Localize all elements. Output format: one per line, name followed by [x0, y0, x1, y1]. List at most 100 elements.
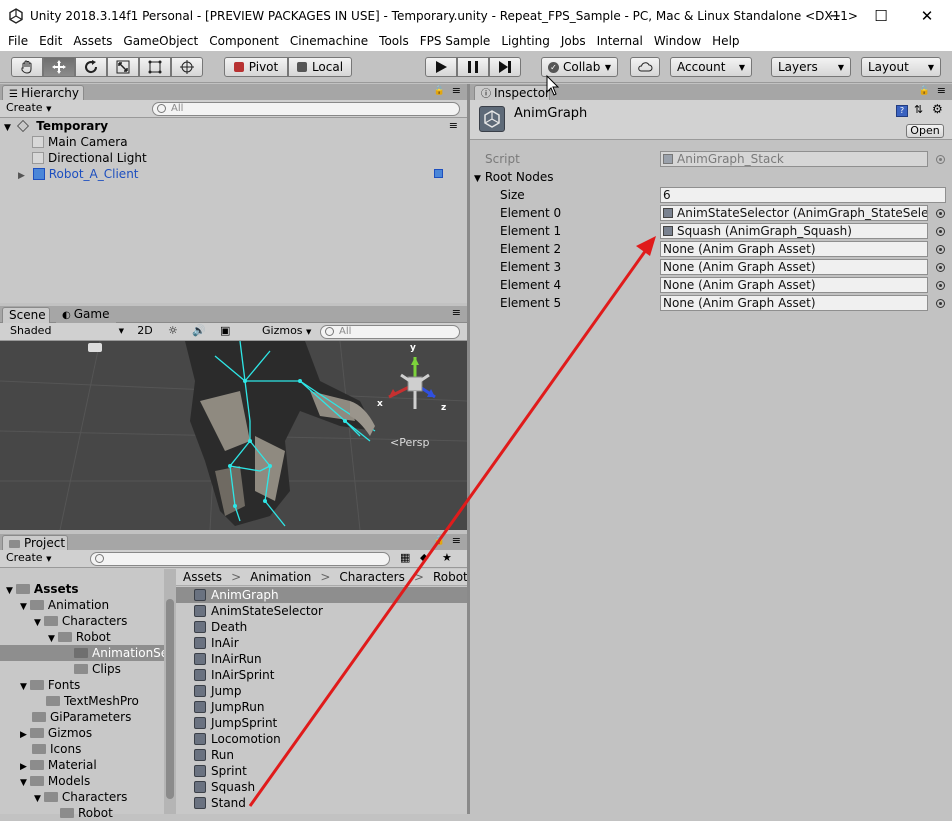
axis-gizmo[interactable]: y x z	[377, 343, 447, 415]
menu-fps-sample[interactable]: FPS Sample	[416, 34, 495, 48]
scale-tool-icon[interactable]	[107, 57, 139, 77]
help-icon[interactable]: ?	[896, 105, 908, 117]
folder-tree-scrollbar[interactable]	[164, 569, 176, 814]
step-icon[interactable]	[489, 57, 521, 77]
expand-arrow-icon[interactable]: ▶	[18, 171, 25, 181]
transform-tool-icon[interactable]	[171, 57, 203, 77]
pivot-button[interactable]: Pivot	[224, 57, 288, 77]
menu-edit[interactable]: Edit	[35, 34, 66, 48]
file-item[interactable]: Death	[194, 619, 247, 635]
tree-folder-textmeshpro[interactable]: TextMeshPro	[46, 693, 139, 709]
close-button[interactable]: ✕	[904, 0, 950, 31]
tab-project[interactable]: Project	[2, 535, 68, 551]
hierarchy-item-robot-a-client[interactable]: ▶ Robot_A_Client	[18, 166, 458, 182]
expand-arrow-icon[interactable]: ▼	[20, 602, 27, 612]
object-picker-icon[interactable]	[936, 263, 945, 272]
tab-scene[interactable]: Scene	[2, 307, 50, 323]
file-item[interactable]: AnimStateSelector	[194, 603, 323, 619]
element-3-field[interactable]: None (Anim Graph Asset)	[660, 259, 928, 275]
filter-label-icon[interactable]: ◆	[420, 551, 428, 566]
favorites-icon[interactable]: ★	[442, 551, 452, 566]
tree-folder-robot[interactable]: ▼ Robot	[48, 629, 111, 645]
pause-icon[interactable]	[457, 57, 489, 77]
panel-menu-icon[interactable]: ≡	[452, 84, 461, 97]
hierarchy-item-main-camera[interactable]: Main Camera	[32, 134, 128, 150]
file-item[interactable]: InAir	[194, 635, 239, 651]
breadcrumb-item[interactable]: Assets	[183, 570, 222, 584]
hierarchy-item-directional-light[interactable]: Directional Light	[32, 150, 147, 166]
element-0-field[interactable]: AnimStateSelector (AnimGraph_StateSelect	[660, 205, 928, 221]
file-item-animgraph[interactable]: AnimGraph	[176, 587, 467, 603]
local-button[interactable]: Local	[288, 57, 352, 77]
tab-hierarchy[interactable]: ☰ Hierarchy	[2, 85, 84, 101]
object-picker-icon[interactable]	[936, 227, 945, 236]
expand-arrow-icon[interactable]: ▼	[34, 618, 41, 628]
breadcrumb-item[interactable]: Characters	[339, 570, 405, 584]
breadcrumb-item[interactable]: Robot	[433, 570, 467, 584]
expand-arrow-icon[interactable]: ▼	[20, 778, 27, 788]
project-create-button[interactable]: Create ▼	[6, 551, 51, 566]
file-item[interactable]: InAirSprint	[194, 667, 274, 683]
file-item[interactable]: Run	[194, 747, 234, 763]
account-dropdown[interactable]: Account ▼	[670, 57, 752, 77]
open-button[interactable]: Open	[906, 124, 944, 138]
scene-root[interactable]: ▼ Temporary ≡	[4, 118, 464, 134]
tree-folder-models-characters[interactable]: ▼ Characters	[34, 789, 127, 805]
effects-toggle-icon[interactable]: ▣	[220, 324, 230, 339]
tree-folder-material[interactable]: ▶ Material	[20, 757, 97, 773]
hierarchy-search-input[interactable]: All	[152, 102, 460, 116]
expand-arrow-icon[interactable]: ▶	[20, 730, 27, 740]
expand-arrow-icon[interactable]: ▼	[4, 123, 11, 133]
rotate-tool-icon[interactable]	[75, 57, 107, 77]
2d-toggle-button[interactable]: 2D	[134, 324, 156, 339]
menu-window[interactable]: Window	[650, 34, 705, 48]
element-4-field[interactable]: None (Anim Graph Asset)	[660, 277, 928, 293]
settings-gear-icon[interactable]: ⚙	[932, 102, 943, 116]
tree-folder-fonts[interactable]: ▼ Fonts	[20, 677, 80, 693]
file-item[interactable]: Stand	[194, 795, 246, 811]
move-tool-icon[interactable]	[43, 57, 75, 77]
project-search-input[interactable]	[90, 552, 390, 566]
object-picker-icon[interactable]	[936, 245, 945, 254]
scrollbar-thumb[interactable]	[166, 599, 174, 799]
panel-menu-icon[interactable]: ≡	[937, 84, 946, 97]
filter-type-icon[interactable]: ▦	[400, 551, 410, 566]
layout-dropdown[interactable]: Layout ▼	[861, 57, 941, 77]
breadcrumb-item[interactable]: Animation	[250, 570, 311, 584]
play-icon[interactable]	[425, 57, 457, 77]
tab-game[interactable]: ◐ Game	[56, 307, 116, 323]
object-picker-icon[interactable]	[936, 209, 945, 218]
menu-file[interactable]: File	[4, 34, 32, 48]
tree-folder-models[interactable]: ▼ Models	[20, 773, 90, 789]
scene-menu-icon[interactable]: ≡	[449, 118, 458, 134]
panel-menu-icon[interactable]: ≡	[452, 534, 461, 547]
tree-folder-assets[interactable]: ▼ Assets	[6, 581, 79, 597]
rect-tool-icon[interactable]	[139, 57, 171, 77]
tree-folder-clips[interactable]: Clips	[74, 661, 121, 677]
object-picker-icon[interactable]	[936, 299, 945, 308]
file-item[interactable]: Squash	[194, 779, 255, 795]
hierarchy-create-button[interactable]: Create ▼	[6, 101, 51, 116]
menu-jobs[interactable]: Jobs	[557, 34, 590, 48]
scene-viewport[interactable]: y x z <Persp	[0, 341, 467, 530]
menu-lighting[interactable]: Lighting	[497, 34, 554, 48]
tree-folder-models-robot[interactable]: Robot	[60, 805, 113, 821]
object-picker-icon[interactable]	[936, 281, 945, 290]
tree-folder-animationselector[interactable]: AnimationSe	[0, 645, 168, 661]
collab-dropdown[interactable]: ✓ Collab ▼	[541, 57, 618, 77]
size-input[interactable]: 6	[660, 187, 946, 203]
element-2-field[interactable]: None (Anim Graph Asset)	[660, 241, 928, 257]
tree-folder-gizmos[interactable]: ▶ Gizmos	[20, 725, 92, 741]
hand-tool-icon[interactable]	[11, 57, 43, 77]
file-item[interactable]: Locomotion	[194, 731, 281, 747]
preset-icon[interactable]: ⇅	[914, 103, 923, 116]
foldout-arrow-icon[interactable]: ▼	[474, 174, 481, 184]
expand-arrow-icon[interactable]: ▼	[6, 586, 13, 596]
tree-folder-characters[interactable]: ▼ Characters	[34, 613, 127, 629]
root-nodes-foldout[interactable]: ▼ Root Nodes	[474, 170, 554, 184]
audio-toggle-icon[interactable]: 🔊	[192, 324, 206, 339]
file-item[interactable]: InAirRun	[194, 651, 262, 667]
layers-dropdown[interactable]: Layers ▼	[771, 57, 851, 77]
file-item[interactable]: JumpRun	[194, 699, 264, 715]
menu-assets[interactable]: Assets	[69, 34, 116, 48]
